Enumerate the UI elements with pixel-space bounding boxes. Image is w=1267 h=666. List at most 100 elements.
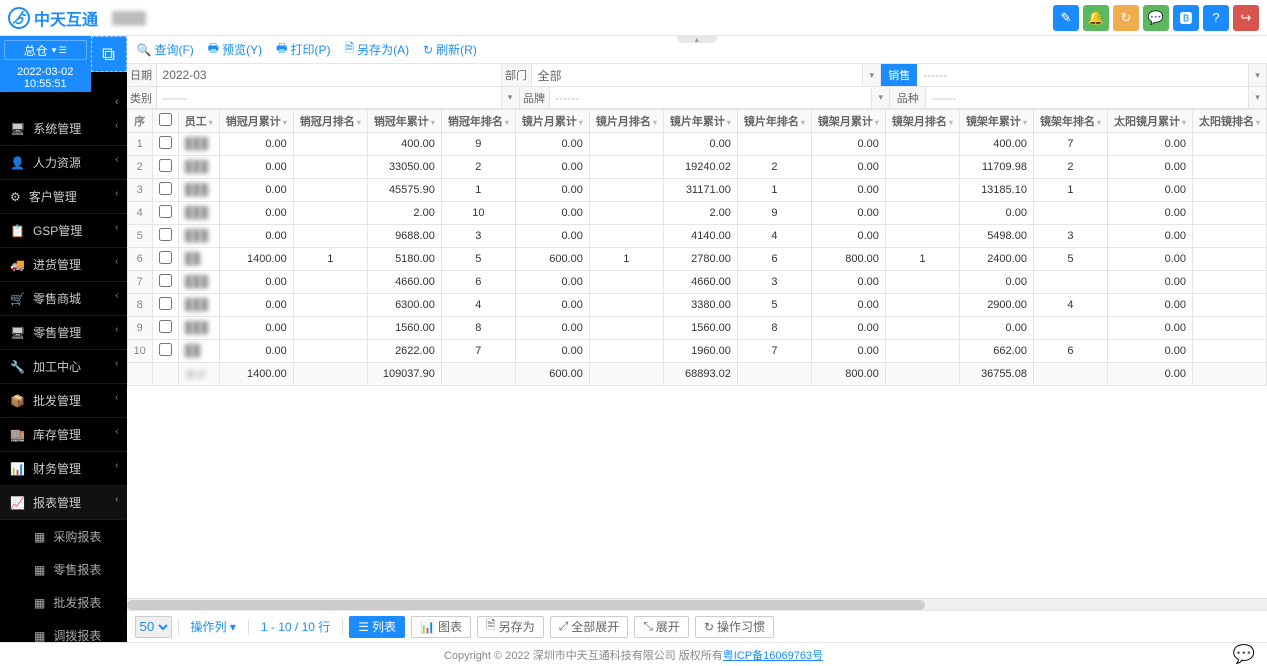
- filter-sale-input[interactable]: ------: [917, 64, 1249, 86]
- bluetooth-button[interactable]: 🅱: [1173, 5, 1199, 31]
- sidebar-item-9[interactable]: 🏬库存管理‹: [0, 418, 127, 452]
- table-row[interactable]: 5███0.009688.0030.004140.0040.005498.003…: [127, 225, 1266, 248]
- filter-sale-button[interactable]: 销售: [881, 64, 917, 86]
- col-header[interactable]: 镜架年累计▾: [959, 110, 1033, 133]
- expand-all-button[interactable]: ⤢全部展开: [550, 616, 629, 638]
- collapse-button[interactable]: ⤡展开: [634, 616, 689, 638]
- pagesize-select[interactable]: 50: [135, 616, 172, 638]
- table-row[interactable]: 2███0.0033050.0020.0019240.0220.0011709.…: [127, 156, 1266, 179]
- sort-icon[interactable]: ▾: [727, 118, 731, 127]
- row-checkbox[interactable]: [159, 274, 172, 287]
- row-checkbox[interactable]: [159, 205, 172, 218]
- row-checkbox[interactable]: [159, 297, 172, 310]
- preview-button[interactable]: 🖶预览(Y): [208, 39, 262, 60]
- sidebar-sub-1[interactable]: ▦零售报表: [0, 553, 127, 586]
- row-checkbox[interactable]: [159, 343, 172, 356]
- col-header[interactable]: 镜架年排名▾: [1033, 110, 1107, 133]
- org-selector[interactable]: 总仓 ▾ ☰: [4, 40, 87, 60]
- filter-kind-dropdown[interactable]: ▾: [1249, 87, 1267, 108]
- col-header[interactable]: 太阳镜月累计▾: [1107, 110, 1192, 133]
- row-checkbox[interactable]: [159, 136, 172, 149]
- sidebar-item-2[interactable]: ⚙客户管理‹: [0, 180, 127, 214]
- col-header[interactable]: 销冠月排名▾: [293, 110, 367, 133]
- sort-icon[interactable]: ▾: [875, 118, 879, 127]
- col-header[interactable]: 序: [127, 110, 152, 133]
- logout-button[interactable]: ↪: [1233, 5, 1259, 31]
- refresh-button[interactable]: ↻: [1113, 5, 1139, 31]
- row-checkbox[interactable]: [159, 182, 172, 195]
- col-header[interactable]: 销冠年累计▾: [367, 110, 441, 133]
- sort-icon[interactable]: ▾: [357, 118, 361, 127]
- table-row[interactable]: 6██1400.0015180.005600.0012780.006800.00…: [127, 248, 1266, 271]
- filter-type-input[interactable]: ------: [157, 87, 502, 108]
- panel-collapse-icon[interactable]: ▴: [677, 35, 717, 43]
- sidebar-sub-2[interactable]: ▦批发报表: [0, 586, 127, 619]
- select-all-checkbox[interactable]: [159, 113, 172, 126]
- sidebar-item-3[interactable]: 📋GSP管理‹: [0, 214, 127, 248]
- col-header[interactable]: 镜片月累计▾: [515, 110, 589, 133]
- col-header[interactable]: 镜架月排名▾: [885, 110, 959, 133]
- sort-icon[interactable]: ▾: [1023, 118, 1027, 127]
- refresh-tool-button[interactable]: ↻刷新(R): [423, 41, 477, 58]
- col-header[interactable]: 镜片年累计▾: [663, 110, 737, 133]
- sort-icon[interactable]: ▾: [431, 118, 435, 127]
- col-header[interactable]: 镜架月累计▾: [811, 110, 885, 133]
- col-header[interactable]: [152, 110, 178, 133]
- sidebar-item-4[interactable]: 🚚进货管理‹: [0, 248, 127, 282]
- table-row[interactable]: 9███0.001560.0080.001560.0080.000.000.00: [127, 317, 1266, 340]
- filter-brand-dropdown[interactable]: ▾: [872, 87, 890, 108]
- sidebar-item-1[interactable]: 👤人力资源‹: [0, 146, 127, 180]
- sidebar-collapse[interactable]: ‹: [0, 92, 127, 112]
- sort-icon[interactable]: ▾: [505, 118, 509, 127]
- filter-date-input[interactable]: 2022-03: [157, 64, 502, 86]
- habit-button[interactable]: ↻操作习惯: [695, 616, 774, 638]
- sort-icon[interactable]: ▾: [1182, 118, 1186, 127]
- horizontal-scrollbar[interactable]: [127, 598, 1267, 610]
- table-scroll[interactable]: 序员工▾销冠月累计▾销冠月排名▾销冠年累计▾销冠年排名▾镜片月累计▾镜片月排名▾…: [127, 109, 1267, 598]
- chat-icon[interactable]: 💬: [1233, 644, 1255, 665]
- table-row[interactable]: 8███0.006300.0040.003380.0050.002900.004…: [127, 294, 1266, 317]
- table-row[interactable]: 7███0.004660.0060.004660.0030.000.000.00: [127, 271, 1266, 294]
- sort-icon[interactable]: ▾: [283, 118, 287, 127]
- sidebar-item-0[interactable]: 🖥系统管理‹: [0, 112, 127, 146]
- col-header[interactable]: 销冠年排名▾: [441, 110, 515, 133]
- filter-dept-input[interactable]: 全部: [532, 64, 864, 86]
- table-row[interactable]: 10██0.002622.0070.001960.0070.00662.0060…: [127, 340, 1266, 363]
- filter-brand-input[interactable]: ------: [550, 87, 873, 108]
- saveas-footer-button[interactable]: 🗎另存为: [477, 616, 544, 638]
- row-checkbox[interactable]: [159, 159, 172, 172]
- notifications-button[interactable]: 🔔: [1083, 5, 1109, 31]
- row-checkbox[interactable]: [159, 320, 172, 333]
- sort-icon[interactable]: ▾: [949, 118, 953, 127]
- sort-icon[interactable]: ▾: [1256, 118, 1260, 127]
- col-header[interactable]: 员工▾: [178, 110, 219, 133]
- filter-kind-input[interactable]: ------: [926, 87, 1249, 108]
- table-row[interactable]: 3███0.0045575.9010.0031171.0010.0013185.…: [127, 179, 1266, 202]
- table-row[interactable]: 4███0.002.00100.002.0090.000.000.00: [127, 202, 1266, 225]
- sort-icon[interactable]: ▾: [579, 118, 583, 127]
- sidebar-item-7[interactable]: 🔧加工中心‹: [0, 350, 127, 384]
- sidebar-item-6[interactable]: 🖥零售管理‹: [0, 316, 127, 350]
- wechat-button[interactable]: 💬: [1143, 5, 1169, 31]
- col-header[interactable]: 镜片年排名▾: [737, 110, 811, 133]
- sidebar-item-10[interactable]: 📊财务管理‹: [0, 452, 127, 486]
- icp-link[interactable]: 粤ICP备16069763号: [723, 647, 823, 663]
- list-view-button[interactable]: ☰列表: [349, 616, 405, 638]
- filter-dept-dropdown[interactable]: ▾: [863, 64, 881, 86]
- sidebar-sub-3[interactable]: ▦调拨报表: [0, 619, 127, 642]
- scan-icon[interactable]: ⧉: [91, 36, 127, 72]
- saveas-button[interactable]: 🗎另存为(A): [344, 39, 409, 60]
- query-button[interactable]: 🔍查询(F): [137, 41, 194, 58]
- sidebar-item-8[interactable]: 📦批发管理‹: [0, 384, 127, 418]
- sidebar-item-11[interactable]: 📈报表管理‹: [0, 486, 127, 520]
- sort-icon[interactable]: ▾: [653, 118, 657, 127]
- filter-type-dropdown[interactable]: ▾: [502, 87, 520, 108]
- col-header[interactable]: 太阳镜排名▾: [1192, 110, 1266, 133]
- sidebar-sub-0[interactable]: ▦采购报表: [0, 520, 127, 553]
- help-button[interactable]: ?: [1203, 5, 1229, 31]
- sidebar-item-5[interactable]: 🛒零售商城‹: [0, 282, 127, 316]
- row-checkbox[interactable]: [159, 228, 172, 241]
- chart-view-button[interactable]: 📊图表: [411, 616, 471, 638]
- sort-icon[interactable]: ▾: [801, 118, 805, 127]
- row-checkbox[interactable]: [159, 251, 172, 264]
